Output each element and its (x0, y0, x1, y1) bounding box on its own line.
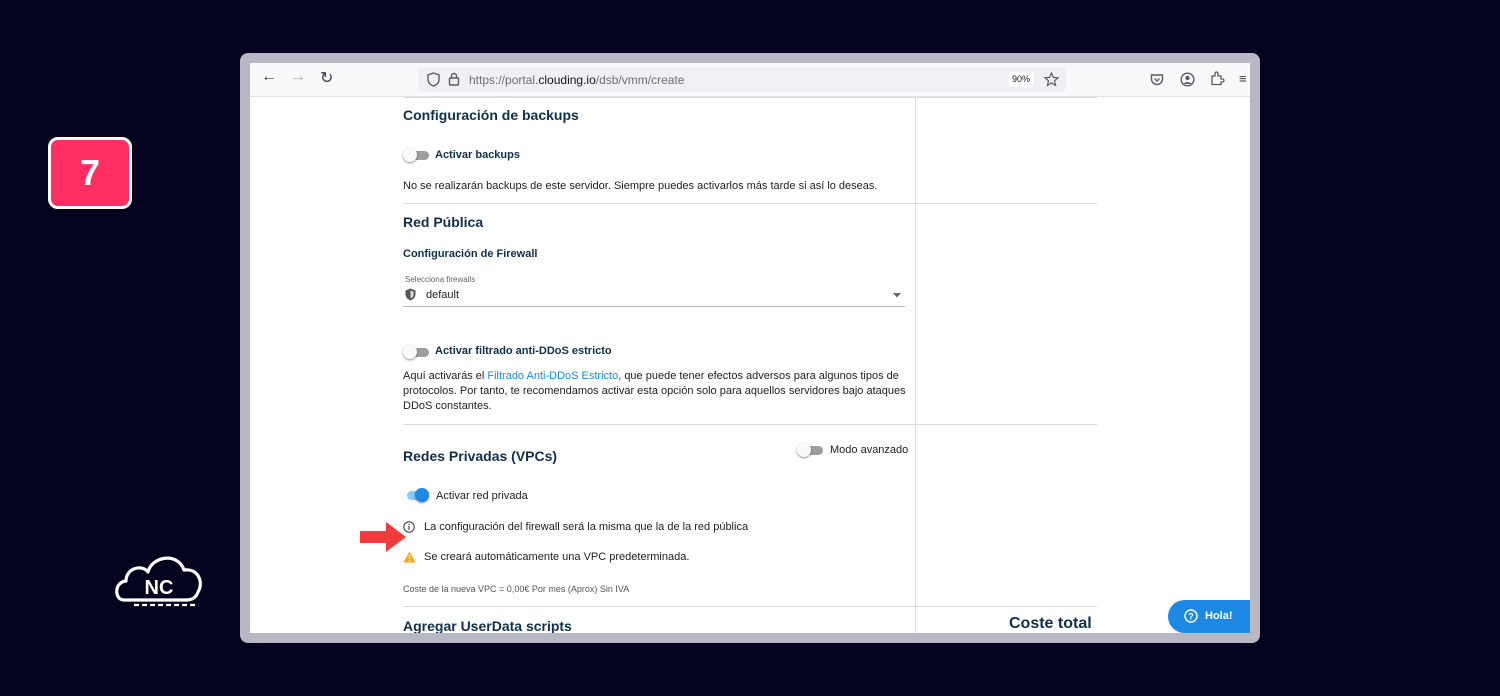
ddos-description: Aquí activarás el Filtrado Anti-DDoS Est… (403, 370, 906, 412)
ddos-filter-link[interactable]: Filtrado Anti-DDoS Estricto (487, 370, 618, 382)
divider-top (403, 97, 1097, 98)
browser-toolbar: ← → ↻ https://portal.clouding.io/dsb/vmm… (250, 63, 1250, 97)
warning-icon (403, 551, 416, 563)
column-divider (915, 97, 916, 633)
userdata-title: Agregar UserData scripts (403, 618, 572, 633)
nc-logo-text: NC (145, 577, 174, 599)
private-network-toggle[interactable] (403, 488, 429, 502)
star-icon[interactable] (1044, 72, 1059, 87)
backups-description: No se realizarán backups de este servido… (403, 180, 878, 192)
info-icon (403, 521, 415, 533)
step-number-badge: 7 (48, 137, 132, 209)
backups-toggle[interactable] (403, 148, 429, 162)
back-arrow-icon[interactable]: ← (261, 68, 277, 86)
divider-private-network (403, 606, 1097, 607)
screenshot-frame: ← → ↻ https://portal.clouding.io/dsb/vmm… (240, 53, 1260, 643)
help-icon: ? (1184, 609, 1198, 623)
private-networks-title: Redes Privadas (VPCs) (403, 448, 558, 464)
shield-icon[interactable] (427, 72, 440, 87)
advanced-mode-toggle[interactable] (797, 443, 823, 457)
address-bar[interactable]: https://portal.clouding.io/dsb/vmm/creat… (418, 67, 1066, 92)
backups-title: Configuración de backups (403, 107, 579, 123)
firewall-select-value: default (426, 289, 460, 301)
firewall-shield-icon (405, 288, 416, 301)
firewall-config-title: Configuración de Firewall (403, 248, 538, 260)
divider-public-network (403, 424, 1097, 425)
backups-toggle-label: Activar backups (435, 149, 520, 161)
pocket-icon[interactable] (1150, 73, 1164, 86)
private-network-toggle-label: Activar red privada (436, 490, 528, 502)
firewall-info-text: La configuración del firewall será la mi… (424, 521, 749, 533)
red-arrow-icon (360, 522, 406, 552)
page-content: Configuración de backups Activar backups… (250, 97, 1250, 633)
firewall-select-label: Selecciona firewalls (405, 275, 476, 284)
url-text[interactable]: https://portal.clouding.io/dsb/vmm/creat… (469, 73, 684, 87)
chat-help-button[interactable]: ? Hola! (1168, 600, 1250, 633)
browser-window: ← → ↻ https://portal.clouding.io/dsb/vmm… (250, 63, 1250, 633)
advanced-mode-label: Modo avanzado (830, 444, 909, 456)
firewall-select-underline (403, 306, 905, 307)
svg-text:?: ? (1188, 612, 1194, 622)
chat-button-label: Hola! (1205, 610, 1233, 622)
divider-backups (403, 203, 1097, 204)
menu-icon[interactable]: ≡ (1239, 71, 1247, 86)
zoom-level[interactable]: 90% (1008, 72, 1034, 87)
extensions-icon[interactable] (1210, 71, 1225, 86)
account-icon[interactable] (1180, 72, 1195, 87)
reload-icon[interactable]: ↻ (320, 68, 333, 88)
lock-icon[interactable] (448, 72, 460, 86)
vpc-warning-text: Se creará automáticamente una VPC predet… (424, 551, 690, 563)
public-network-title: Red Pública (403, 214, 484, 230)
total-cost-label: Coste total (1009, 615, 1092, 632)
vpc-cost-text: Coste de la nueva VPC = 0,00€ Por mes (A… (403, 584, 630, 594)
ddos-toggle-label: Activar filtrado anti-DDoS estricto (435, 345, 612, 357)
ddos-toggle[interactable] (403, 345, 429, 359)
forward-arrow-icon[interactable]: → (290, 68, 306, 86)
dropdown-caret-icon[interactable] (893, 293, 901, 298)
nc-cloud-logo: NC (115, 556, 202, 607)
